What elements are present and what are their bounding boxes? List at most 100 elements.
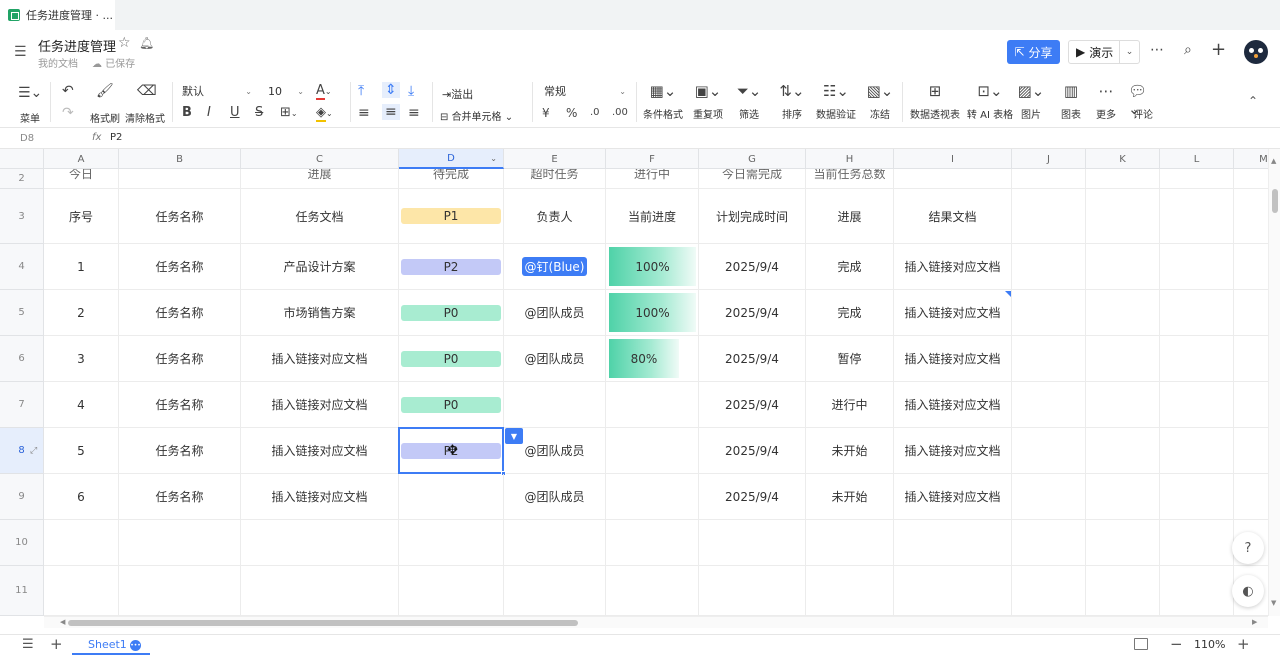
- row-header[interactable]: 2: [0, 169, 44, 189]
- conditional-format-button[interactable]: ▦⌄ 条件格式: [640, 82, 686, 121]
- empty-cell[interactable]: [1086, 382, 1160, 428]
- pivot-table-button[interactable]: ⊞ 数据透视表: [908, 82, 962, 121]
- empty-cell[interactable]: [1160, 428, 1234, 474]
- cell-reference[interactable]: D8: [20, 133, 34, 144]
- owner-cell[interactable]: @钉(Blue): [504, 244, 606, 290]
- document-folder[interactable]: 我的文档: [38, 55, 78, 70]
- filter-button[interactable]: ⏷⌄ 筛选: [732, 82, 766, 121]
- column-header-b[interactable]: B: [119, 149, 241, 169]
- owner-cell[interactable]: @团队成员: [504, 336, 606, 382]
- empty-cell[interactable]: [1012, 336, 1086, 382]
- duplicates-button[interactable]: ▣⌄ 重复项: [690, 82, 726, 121]
- row-header[interactable]: 3: [0, 189, 44, 244]
- empty-cell[interactable]: [1086, 244, 1160, 290]
- eraser-icon[interactable]: ⌫: [137, 84, 157, 98]
- empty-cell[interactable]: [1012, 189, 1086, 244]
- column-header-k[interactable]: K: [1086, 149, 1160, 169]
- scroll-up-icon[interactable]: ▲: [1271, 157, 1276, 165]
- empty-cell[interactable]: [1160, 244, 1234, 290]
- owner-cell[interactable]: @团队成员: [504, 474, 606, 520]
- format-painter-icon[interactable]: 🖌︎: [96, 84, 114, 98]
- empty-cell[interactable]: [1160, 169, 1234, 189]
- seq-cell[interactable]: 6: [44, 474, 119, 520]
- format-painter-label[interactable]: 格式刷: [90, 110, 120, 125]
- font-size-select[interactable]: 10 ⌄: [266, 82, 306, 100]
- star-icon[interactable]: ☆: [118, 35, 131, 51]
- status-cell[interactable]: 完成: [806, 290, 894, 336]
- row-header[interactable]: 6: [0, 336, 44, 382]
- empty-cell[interactable]: [699, 520, 806, 566]
- zoom-in-icon[interactable]: +: [1237, 635, 1250, 653]
- column-header-j[interactable]: J: [1012, 149, 1086, 169]
- progress-cell[interactable]: 80%: [606, 336, 699, 382]
- header-cell[interactable]: 结果文档: [894, 189, 1012, 244]
- task-name-cell[interactable]: 任务名称: [119, 336, 241, 382]
- empty-cell[interactable]: [1012, 169, 1086, 189]
- row-header[interactable]: 9: [0, 474, 44, 520]
- row-header[interactable]: 4: [0, 244, 44, 290]
- result-cell[interactable]: 插入链接对应文档: [894, 336, 1012, 382]
- column-header-e[interactable]: E: [504, 149, 606, 169]
- font-family-select[interactable]: 默认 ⌄: [180, 82, 254, 100]
- underline-icon[interactable]: U: [230, 106, 240, 120]
- sheet-list-icon[interactable]: ☰: [22, 637, 34, 652]
- column-header-a[interactable]: A: [44, 149, 119, 169]
- date-cell[interactable]: 2025/9/4: [699, 382, 806, 428]
- zoom-out-icon[interactable]: −: [1170, 635, 1183, 653]
- priority-cell[interactable]: P0: [399, 336, 504, 382]
- result-cell[interactable]: 插入链接对应文档: [894, 382, 1012, 428]
- column-header-c[interactable]: C: [241, 149, 399, 169]
- outline-toggle-icon[interactable]: ☰: [14, 44, 27, 60]
- owner-mention[interactable]: @团队成员: [524, 350, 584, 367]
- date-cell[interactable]: 2025/9/4: [699, 428, 806, 474]
- summary-cell[interactable]: 今日: [44, 169, 119, 189]
- horizontal-scrollbar[interactable]: ◀ ▶: [44, 616, 1268, 628]
- row-header[interactable]: 8 ⤢: [0, 428, 44, 474]
- empty-cell[interactable]: [1012, 428, 1086, 474]
- bell-icon[interactable]: 🔔︎: [139, 36, 154, 50]
- freeze-button[interactable]: ▧⌄ 冻结: [862, 82, 898, 121]
- task-name-cell[interactable]: 任务名称: [119, 290, 241, 336]
- empty-cell[interactable]: [504, 520, 606, 566]
- header-cell[interactable]: 任务文档: [241, 189, 399, 244]
- task-name-cell[interactable]: 任务名称: [119, 382, 241, 428]
- priority-cell[interactable]: P0: [399, 290, 504, 336]
- menu-icon[interactable]: ☰⌄: [18, 86, 42, 100]
- header-cell[interactable]: 负责人: [504, 189, 606, 244]
- empty-cell[interactable]: [1012, 520, 1086, 566]
- summary-cell[interactable]: 进展: [241, 169, 399, 189]
- empty-cell[interactable]: [606, 566, 699, 616]
- header-cell[interactable]: 序号: [44, 189, 119, 244]
- column-header-i[interactable]: I: [894, 149, 1012, 169]
- row-header[interactable]: 10: [0, 520, 44, 566]
- image-button[interactable]: ▨⌄ 图片: [1016, 82, 1046, 121]
- empty-cell[interactable]: [1234, 189, 1268, 244]
- empty-cell[interactable]: [399, 566, 504, 616]
- empty-cell[interactable]: [1012, 290, 1086, 336]
- empty-cell[interactable]: [1086, 169, 1160, 189]
- currency-button[interactable]: ¥: [542, 106, 550, 120]
- priority-cell[interactable]: P2: [399, 244, 504, 290]
- task-doc-cell[interactable]: 市场销售方案: [241, 290, 399, 336]
- progress-cell[interactable]: [606, 474, 699, 520]
- owner-mention[interactable]: @团队成员: [524, 442, 584, 459]
- empty-cell[interactable]: [1012, 244, 1086, 290]
- collapse-toolbar-icon[interactable]: ⌃: [1248, 94, 1258, 108]
- undo-icon[interactable]: ↶: [62, 84, 74, 98]
- date-cell[interactable]: 2025/9/4: [699, 244, 806, 290]
- task-doc-cell[interactable]: 插入链接对应文档: [241, 336, 399, 382]
- column-header-h[interactable]: H: [806, 149, 894, 169]
- empty-cell[interactable]: [241, 566, 399, 616]
- present-button[interactable]: ▶ 演示 ⌄: [1068, 40, 1140, 64]
- fill-color-icon[interactable]: ◈⌄: [316, 105, 333, 122]
- summary-cell[interactable]: 超时任务: [504, 169, 606, 189]
- expand-row-icon[interactable]: ⤢: [30, 446, 37, 456]
- formula-input[interactable]: P2: [110, 132, 122, 143]
- merge-cells-button[interactable]: ⊟ 合并单元格 ⌄: [440, 108, 513, 123]
- priority-cell[interactable]: P0: [399, 382, 504, 428]
- empty-cell[interactable]: [806, 566, 894, 616]
- column-header-f[interactable]: F: [606, 149, 699, 169]
- status-cell[interactable]: 完成: [806, 244, 894, 290]
- row-header[interactable]: 5: [0, 290, 44, 336]
- task-doc-cell[interactable]: 产品设计方案: [241, 244, 399, 290]
